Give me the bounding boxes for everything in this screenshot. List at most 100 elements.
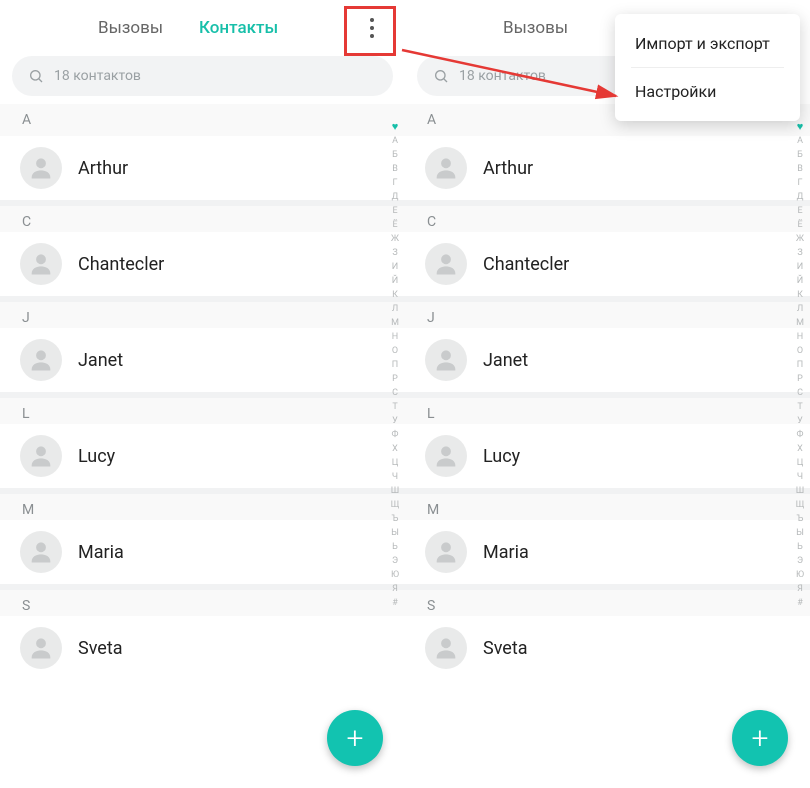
index-letter[interactable]: Ч <box>387 470 403 484</box>
index-letter[interactable]: И <box>387 260 403 274</box>
contacts-list-left[interactable]: АArthurCChanteclerJJanetLLucyMMariaSSvet… <box>0 104 405 680</box>
index-letter[interactable]: У <box>387 414 403 428</box>
index-letter[interactable]: В <box>792 162 808 176</box>
fab-add-contact[interactable]: + <box>732 710 788 766</box>
index-letter[interactable]: П <box>387 358 403 372</box>
index-letter[interactable]: А <box>387 134 403 148</box>
index-letter[interactable]: Ю <box>792 568 808 582</box>
index-letter[interactable]: Р <box>387 372 403 386</box>
index-letter[interactable]: И <box>792 260 808 274</box>
index-letter[interactable]: Х <box>387 442 403 456</box>
contact-row[interactable]: Sveta <box>0 616 405 680</box>
index-letter[interactable]: # <box>387 596 403 610</box>
index-letter[interactable]: С <box>792 386 808 400</box>
index-letter[interactable]: Ы <box>792 526 808 540</box>
index-letter[interactable]: Э <box>387 554 403 568</box>
index-letter[interactable]: Ц <box>387 456 403 470</box>
index-letter[interactable]: Ё <box>792 218 808 232</box>
index-letter[interactable]: С <box>387 386 403 400</box>
index-letter[interactable]: К <box>387 288 403 302</box>
contact-row[interactable]: Arthur <box>0 136 405 200</box>
contact-row[interactable]: Janet <box>405 328 810 392</box>
fab-add-contact[interactable]: + <box>327 710 383 766</box>
index-letter[interactable]: Ж <box>792 232 808 246</box>
index-letter[interactable]: Ш <box>792 484 808 498</box>
index-letter[interactable]: П <box>792 358 808 372</box>
index-letter[interactable]: Й <box>387 274 403 288</box>
search-input[interactable]: 18 контактов <box>12 56 393 96</box>
index-letter[interactable]: Я <box>792 582 808 596</box>
index-letter[interactable]: А <box>792 134 808 148</box>
contact-row[interactable]: Maria <box>405 520 810 584</box>
index-letter[interactable]: Л <box>387 302 403 316</box>
index-letter[interactable]: З <box>387 246 403 260</box>
index-letter[interactable]: Й <box>792 274 808 288</box>
index-letter[interactable]: Ь <box>792 540 808 554</box>
index-letter[interactable]: Ъ <box>792 512 808 526</box>
contact-row[interactable]: Sveta <box>405 616 810 680</box>
menu-settings[interactable]: Настройки <box>615 68 800 115</box>
index-letter[interactable]: Б <box>792 148 808 162</box>
index-letter[interactable]: Л <box>792 302 808 316</box>
index-letter[interactable]: Ы <box>387 526 403 540</box>
index-letter[interactable]: Т <box>387 400 403 414</box>
index-letter[interactable]: Ё <box>387 218 403 232</box>
index-letter[interactable]: Е <box>387 204 403 218</box>
avatar-icon <box>20 243 62 285</box>
index-letter[interactable]: Ц <box>792 456 808 470</box>
index-letter[interactable]: В <box>387 162 403 176</box>
tab-contacts[interactable]: Контакты <box>181 0 296 56</box>
more-button[interactable] <box>351 7 393 49</box>
index-letter[interactable]: Ъ <box>387 512 403 526</box>
index-letter[interactable]: Ь <box>387 540 403 554</box>
contact-row[interactable]: Janet <box>0 328 405 392</box>
index-letter[interactable]: Х <box>792 442 808 456</box>
index-letter[interactable]: У <box>792 414 808 428</box>
index-letter[interactable]: Ф <box>792 428 808 442</box>
index-letter[interactable]: Т <box>792 400 808 414</box>
index-letter[interactable]: М <box>387 316 403 330</box>
index-letter[interactable]: К <box>792 288 808 302</box>
alpha-index-left[interactable]: ♥АБВГДЕЁЖЗИЙКЛМНОПРСТУФХЦЧШЩЪЫЬЭЮЯ# <box>387 120 403 610</box>
section-header: J <box>405 296 810 328</box>
contact-row[interactable]: Lucy <box>405 424 810 488</box>
index-letter[interactable]: Ч <box>792 470 808 484</box>
contact-row[interactable]: Arthur <box>405 136 810 200</box>
index-letter[interactable]: Ф <box>387 428 403 442</box>
index-letter[interactable]: О <box>792 344 808 358</box>
contact-row[interactable]: Chantecler <box>0 232 405 296</box>
index-letter[interactable]: О <box>387 344 403 358</box>
index-letter[interactable]: Ж <box>387 232 403 246</box>
tab-calls[interactable]: Вызовы <box>485 0 586 56</box>
index-letter[interactable]: Б <box>387 148 403 162</box>
alpha-index-right[interactable]: ♥АБВГДЕЁЖЗИЙКЛМНОПРСТУФХЦЧШЩЪЫЬЭЮЯ# <box>792 120 808 610</box>
index-letter[interactable]: Щ <box>792 498 808 512</box>
index-letter[interactable]: Р <box>792 372 808 386</box>
contact-row[interactable]: Lucy <box>0 424 405 488</box>
contact-row[interactable]: Maria <box>0 520 405 584</box>
index-letter[interactable]: Ш <box>387 484 403 498</box>
screen-left: Вызовы Контакты 18 контактов АArthurCCha… <box>0 0 405 788</box>
favorites-heart-icon[interactable]: ♥ <box>387 120 403 134</box>
index-letter[interactable]: # <box>792 596 808 610</box>
index-letter[interactable]: Щ <box>387 498 403 512</box>
index-letter[interactable]: Г <box>792 176 808 190</box>
index-letter[interactable]: Э <box>792 554 808 568</box>
index-letter[interactable]: Д <box>387 190 403 204</box>
index-letter[interactable]: Н <box>792 330 808 344</box>
menu-import-export[interactable]: Импорт и экспорт <box>615 20 800 67</box>
index-letter[interactable]: Д <box>792 190 808 204</box>
index-letter[interactable]: Е <box>792 204 808 218</box>
index-letter[interactable]: Г <box>387 176 403 190</box>
contact-row[interactable]: Chantecler <box>405 232 810 296</box>
index-letter[interactable]: Н <box>387 330 403 344</box>
favorites-heart-icon[interactable]: ♥ <box>792 120 808 134</box>
index-letter[interactable]: Ю <box>387 568 403 582</box>
index-letter[interactable]: М <box>792 316 808 330</box>
index-letter[interactable]: Я <box>387 582 403 596</box>
index-letter[interactable]: З <box>792 246 808 260</box>
contact-name: Arthur <box>483 158 533 179</box>
tab-calls[interactable]: Вызовы <box>80 0 181 56</box>
avatar-icon <box>425 435 467 477</box>
contacts-list-right[interactable]: АArthurCChanteclerJJanetLLucyMMariaSSvet… <box>405 104 810 680</box>
